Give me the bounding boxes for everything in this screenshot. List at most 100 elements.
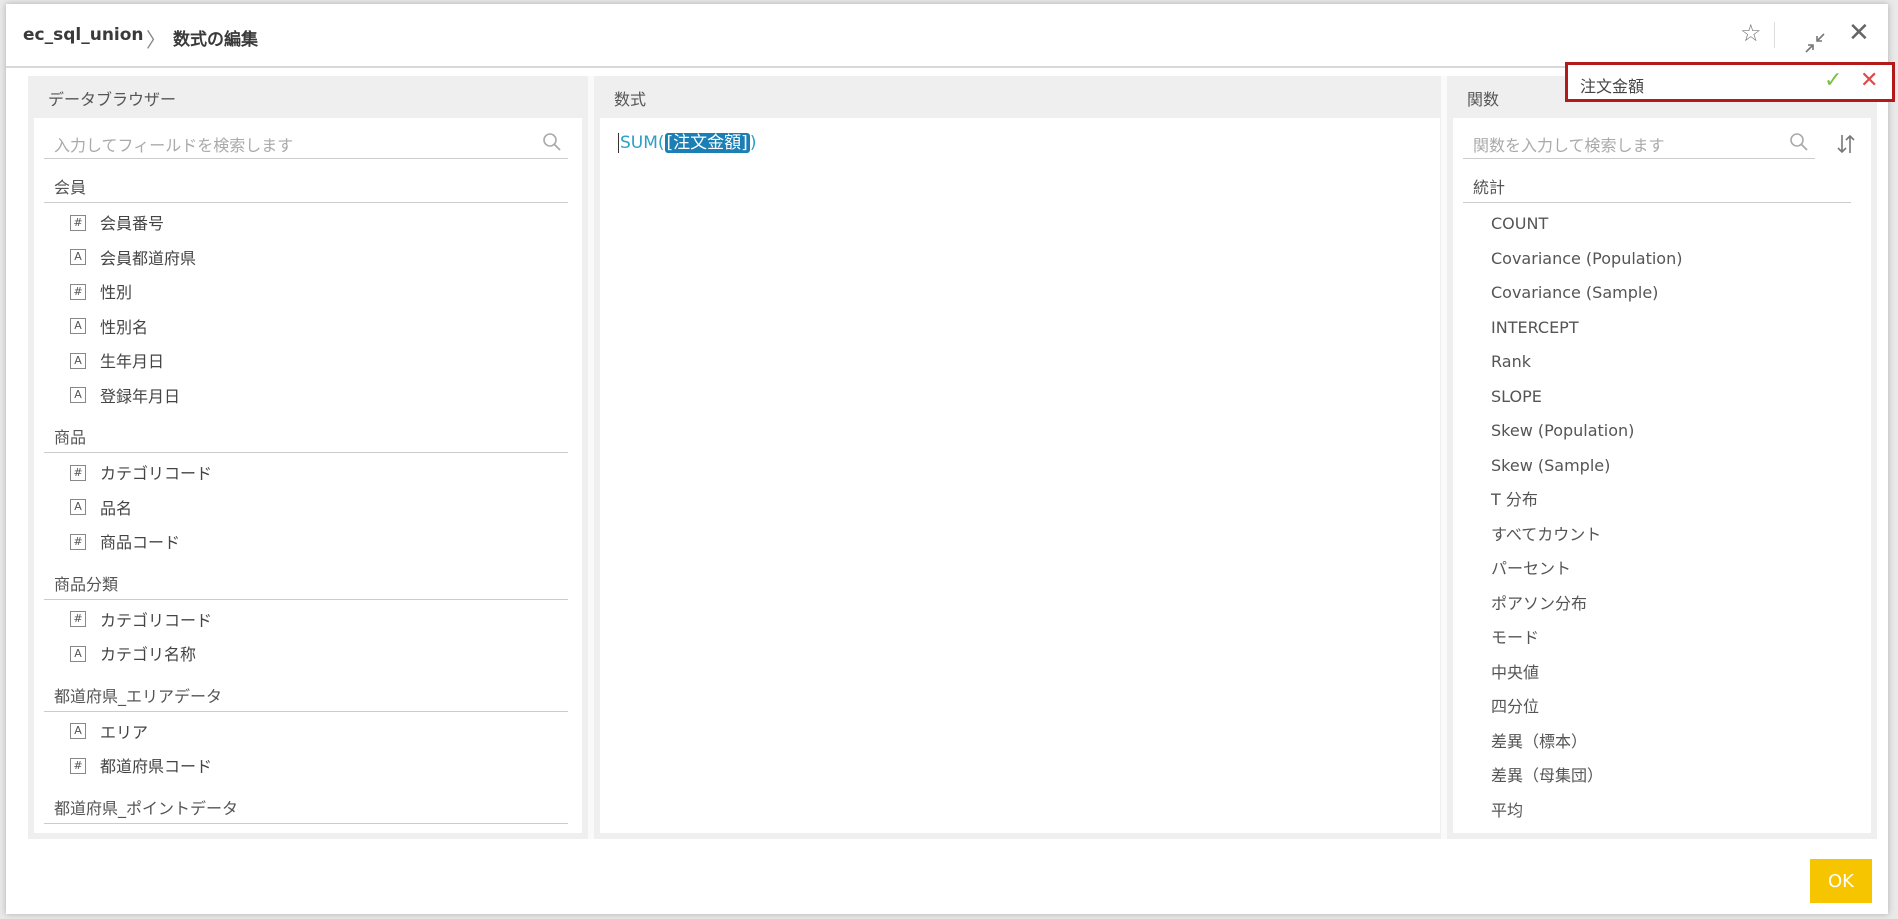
rename-field-popup: 注文金額 ✓ ✕	[1565, 62, 1895, 102]
field-group-title[interactable]: 商品	[44, 418, 568, 453]
formula-panel: 数式 SUM([注文金額])	[588, 76, 1446, 839]
field-item[interactable]: A エリア	[44, 716, 568, 751]
field-group-title[interactable]: 商品分類	[44, 565, 568, 600]
text-type-icon: A	[70, 387, 86, 403]
field-label: 品名	[100, 498, 133, 518]
function-item[interactable]: 平均	[1463, 794, 1851, 829]
function-search-input[interactable]: 関数を入力して検索します	[1473, 132, 1665, 156]
ok-button[interactable]: OK	[1810, 859, 1872, 903]
function-item[interactable]: T 分布	[1463, 483, 1851, 518]
function-list: 統計 COUNT Covariance (Population) Covarianc…	[1463, 168, 1851, 833]
field-group-title[interactable]: 都道府県_エリアデータ	[44, 677, 568, 712]
formula-field-token[interactable]: [注文金額]	[664, 133, 750, 153]
dialog-header: ec_sql_union 〉 数式の編集 ☆ ✕	[6, 4, 1888, 68]
function-item[interactable]: 四分位	[1463, 690, 1851, 725]
data-browser-body: 入力してフィールドを検索します 会員 # 会員番号 A 会員都道府県 # 性別 A 性別名 A 生年…	[34, 118, 582, 833]
sort-icon[interactable]	[1835, 132, 1857, 156]
field-item[interactable]: A 性別名	[44, 311, 568, 346]
field-label: 都道府県コード	[100, 757, 213, 776]
field-item[interactable]: # 性別	[44, 276, 568, 311]
field-label: 登録年月日	[100, 386, 181, 406]
function-item[interactable]: SLOPE	[1463, 380, 1851, 415]
rename-input[interactable]: 注文金額	[1580, 73, 1644, 97]
breadcrumb-separator-icon: 〉	[146, 28, 166, 52]
field-label: カテゴリコード	[100, 610, 213, 630]
field-item[interactable]: # カテゴリコード	[44, 604, 568, 639]
field-label: 会員都道府県	[100, 248, 197, 268]
field-item[interactable]: # 商品コード	[44, 526, 568, 561]
formula-function[interactable]: SUM(	[620, 133, 665, 153]
field-label: 性別名	[100, 317, 149, 337]
number-type-icon: #	[70, 533, 86, 550]
edit-formula-dialog: ec_sql_union 〉 数式の編集 ☆ ✕ データブラウザー 入力してフィ…	[6, 4, 1888, 914]
function-item[interactable]: Skew (Population)	[1463, 414, 1851, 449]
function-item[interactable]: パーセント	[1463, 552, 1851, 587]
field-group-title[interactable]: 都道府県_ポイントデータ	[44, 789, 568, 824]
field-item[interactable]: A カテゴリ名称	[44, 638, 568, 673]
functions-title: 関数	[1467, 90, 1500, 109]
number-type-icon: #	[70, 611, 86, 627]
field-label: 商品コード	[100, 533, 181, 552]
function-item[interactable]: ポアソン分布	[1463, 587, 1851, 622]
field-search-input[interactable]: 入力してフィールドを検索します	[54, 132, 293, 156]
field-item[interactable]: A 生年月日	[44, 345, 568, 380]
data-browser-panel: データブラウザー 入力してフィールドを検索します 会員 # 会員番号 A 会員都道府県 #…	[28, 76, 588, 839]
function-item[interactable]: Skew (Sample)	[1463, 449, 1851, 484]
number-type-icon: #	[70, 464, 86, 481]
function-item[interactable]: 中央値	[1463, 656, 1851, 691]
formula-closing: )	[749, 133, 757, 153]
field-label: 生年月日	[100, 352, 165, 371]
text-type-icon: A	[70, 499, 86, 515]
function-item[interactable]: 指数分布	[1463, 828, 1851, 833]
star-icon[interactable]: ☆	[1740, 19, 1762, 47]
close-icon[interactable]: ✕	[1848, 20, 1870, 46]
function-item[interactable]: Covariance (Sample)	[1463, 276, 1851, 311]
number-type-icon: #	[70, 757, 86, 774]
shrink-icon[interactable]	[1804, 32, 1826, 54]
field-label: カテゴリ名称	[100, 645, 197, 664]
field-item[interactable]: A 品名	[44, 492, 568, 527]
text-type-icon: A	[70, 318, 86, 334]
field-item[interactable]: # 都道府県コード	[44, 750, 568, 785]
cancel-icon[interactable]: ✕	[1860, 68, 1878, 93]
field-item[interactable]: A 登録年月日	[44, 380, 568, 415]
field-item[interactable]: # 会員番号	[44, 207, 568, 242]
check-icon[interactable]: ✓	[1824, 68, 1842, 93]
field-item[interactable]: A 会員都道府県	[44, 242, 568, 277]
text-cursor	[618, 133, 619, 153]
function-category: 統計	[1463, 168, 1851, 203]
number-type-icon: #	[70, 214, 86, 231]
function-item[interactable]: Rank	[1463, 345, 1851, 380]
search-icon[interactable]	[542, 132, 562, 152]
formula-editor[interactable]: SUM([注文金額])	[600, 118, 1440, 833]
field-item[interactable]: #Latitude	[44, 828, 568, 834]
function-item[interactable]: Covariance (Population)	[1463, 242, 1851, 277]
number-type-icon: #	[70, 283, 86, 300]
field-label: カテゴリコード	[100, 464, 213, 483]
header-divider	[1774, 22, 1775, 48]
functions-panel: 関数 関数を入力して検索します 統計 COUNT Covariance (Popu…	[1441, 76, 1877, 839]
page-title: 数式の編集	[173, 30, 258, 50]
field-label: エリア	[100, 722, 149, 742]
function-item[interactable]: 差異（標本）	[1463, 725, 1851, 760]
field-group-title[interactable]: 会員	[44, 168, 568, 203]
function-item[interactable]: すべてカウント	[1463, 518, 1851, 553]
text-type-icon: A	[70, 249, 86, 265]
breadcrumb-root[interactable]: ec_sql_union	[23, 25, 144, 45]
functions-body: 関数を入力して検索します 統計 COUNT Covariance (Populat…	[1453, 118, 1871, 833]
function-item[interactable]: COUNT	[1463, 207, 1851, 242]
text-type-icon: A	[70, 723, 86, 739]
search-icon[interactable]	[1789, 132, 1809, 152]
field-label: 性別	[100, 283, 133, 302]
function-search[interactable]: 関数を入力して検索します	[1463, 128, 1815, 159]
data-browser-title: データブラウザー	[48, 90, 177, 109]
function-item[interactable]: INTERCEPT	[1463, 311, 1851, 346]
formula-text[interactable]: SUM([注文金額])	[618, 128, 756, 153]
field-search[interactable]: 入力してフィールドを検索します	[44, 128, 568, 159]
text-type-icon: A	[70, 352, 86, 369]
field-label: 会員番号	[100, 214, 165, 233]
field-item[interactable]: # カテゴリコード	[44, 457, 568, 492]
function-item[interactable]: モード	[1463, 621, 1851, 656]
function-item[interactable]: 差異（母集団）	[1463, 759, 1851, 794]
text-type-icon: A	[70, 645, 86, 662]
